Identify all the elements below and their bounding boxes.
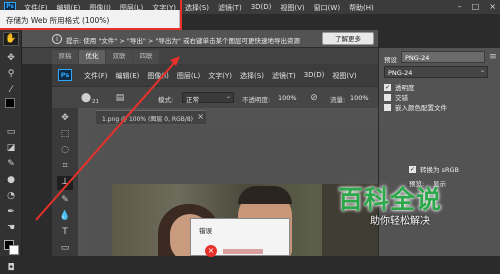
- annotation-highlight-box: [180, 0, 182, 30]
- quick-mask-icon[interactable]: ◘: [5, 262, 17, 274]
- annotation-highlight-box-2: [0, 28, 182, 30]
- annotation-overlay: [0, 0, 182, 221]
- annotation-arrow-line: [35, 61, 176, 221]
